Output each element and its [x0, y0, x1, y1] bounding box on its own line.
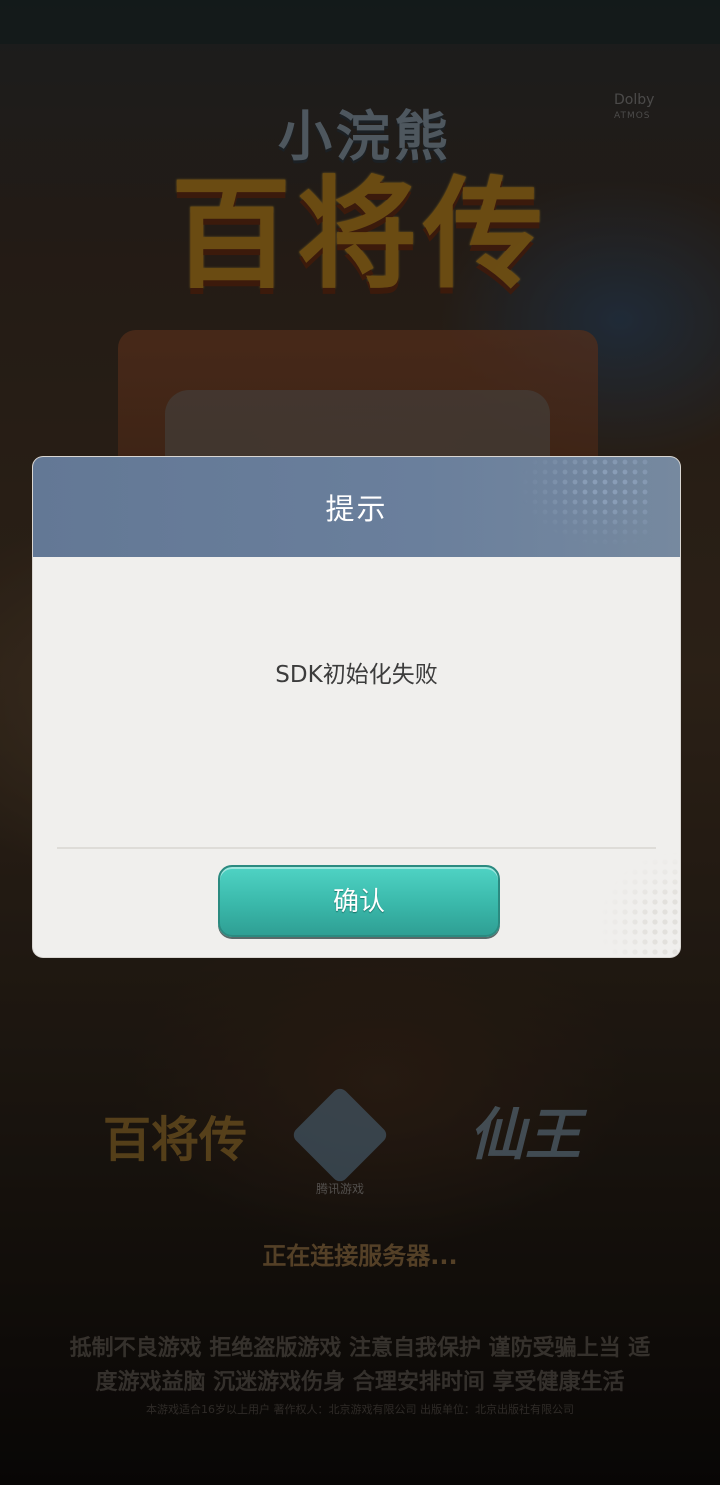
dialog-header: 提示 [33, 457, 680, 557]
alert-dialog: 提示 SDK初始化失败 确认 [33, 457, 680, 957]
confirm-button[interactable]: 确认 [218, 865, 500, 937]
footer-dot-pattern [540, 847, 680, 957]
dialog-message: SDK初始化失败 [275, 662, 438, 688]
dialog-title: 提示 [325, 492, 388, 526]
